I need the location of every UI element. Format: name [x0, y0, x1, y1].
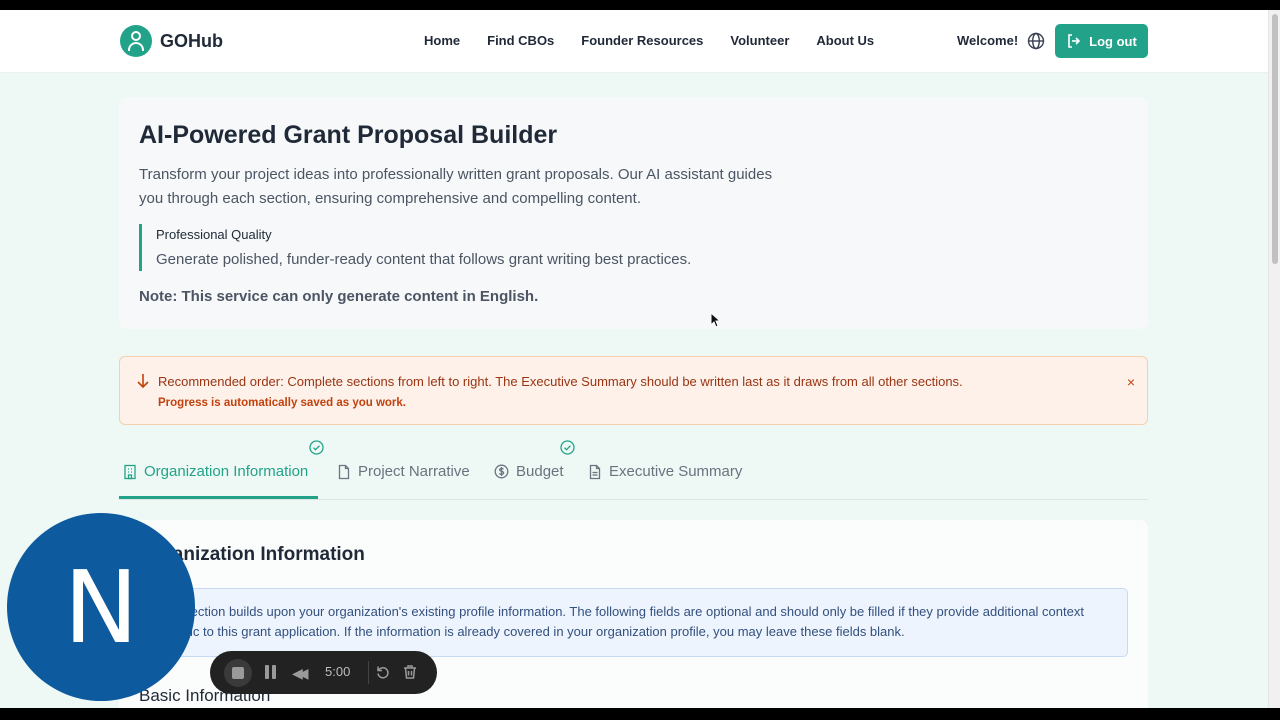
logout-button[interactable]: Log out: [1055, 24, 1148, 58]
hero-description: Transform your project ideas into profes…: [139, 166, 773, 207]
feature-text: Generate polished, funder-ready content …: [156, 251, 692, 268]
building-icon: [124, 464, 136, 479]
screen-bottom-bar: [0, 708, 1280, 720]
globe-icon[interactable]: [1027, 32, 1045, 50]
stop-icon[interactable]: [224, 659, 252, 687]
restart-icon[interactable]: [375, 664, 391, 680]
mouse-cursor-icon: [710, 312, 721, 328]
page-scrollbar[interactable]: [1268, 10, 1280, 708]
alert-submessage: Progress is automatically saved as you w…: [158, 397, 406, 409]
nav-founder-resources[interactable]: Founder Resources: [581, 33, 703, 48]
logo-text: GOHub: [160, 30, 223, 51]
arrow-down-icon: [137, 374, 149, 389]
tab-budget[interactable]: Budget: [494, 463, 564, 480]
check-circle-icon: [309, 440, 324, 455]
tab-organization-information[interactable]: Organization Information: [123, 463, 308, 480]
check-circle-icon: [560, 440, 575, 455]
pause-icon[interactable]: [265, 665, 277, 679]
info-banner: This section builds upon your organizati…: [139, 588, 1128, 657]
nav-about-us[interactable]: About Us: [816, 33, 874, 48]
main-nav: Home Find CBOs Founder Resources Volunte…: [424, 33, 874, 48]
section-tabs: Organization Information Project Narrati…: [119, 436, 1148, 500]
recording-toolbar: ◀◀ 5:00: [210, 651, 437, 694]
tab-label: Project Narrative: [358, 463, 470, 480]
tab-label: Executive Summary: [609, 463, 743, 480]
language-note: Note: This service can only generate con…: [139, 288, 539, 305]
page-title: AI-Powered Grant Proposal Builder: [139, 121, 558, 149]
nav-volunteer[interactable]: Volunteer: [730, 33, 789, 48]
welcome-text: Welcome!: [957, 33, 1019, 48]
close-icon[interactable]: ×: [1127, 374, 1135, 390]
tab-label: Budget: [516, 463, 564, 480]
dollar-circle-icon: [494, 464, 509, 479]
trash-icon[interactable]: [402, 664, 418, 680]
recommended-order-alert: Recommended order: Complete sections fro…: [119, 356, 1148, 425]
tab-project-narrative[interactable]: Project Narrative: [337, 463, 470, 480]
alert-message: Recommended order: Complete sections fro…: [158, 374, 963, 389]
site-header: GOHub Home Find CBOs Founder Resources V…: [0, 10, 1268, 72]
nav-home[interactable]: Home: [424, 33, 460, 48]
recording-timer: 5:00: [325, 664, 351, 679]
logout-icon: [1068, 34, 1081, 48]
logo[interactable]: GOHub: [120, 25, 223, 57]
active-tab-indicator: [119, 496, 318, 499]
tab-executive-summary[interactable]: Executive Summary: [588, 463, 742, 480]
nav-find-cbos[interactable]: Find CBOs: [487, 33, 554, 48]
feature-title: Professional Quality: [156, 227, 272, 242]
avatar: N: [7, 513, 195, 701]
document-icon: [338, 464, 350, 479]
logo-icon: [120, 25, 152, 57]
scrollbar-thumb[interactable]: [1272, 14, 1278, 264]
logout-label: Log out: [1089, 33, 1137, 49]
hero-panel: AI-Powered Grant Proposal Builder Transf…: [119, 97, 1148, 329]
tab-label: Organization Information: [144, 463, 309, 480]
feature-callout: Professional Quality Generate polished, …: [139, 224, 691, 271]
screen-top-bar: [0, 0, 1280, 10]
toolbar-divider: [368, 661, 369, 684]
document-text-icon: [589, 464, 601, 479]
rewind-icon[interactable]: ◀◀: [292, 665, 308, 682]
